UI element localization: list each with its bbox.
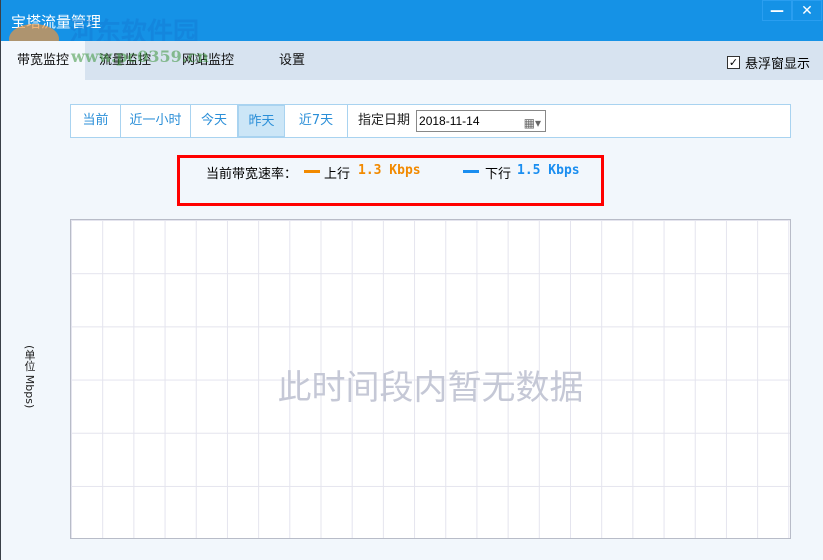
time-range-bar: 当前 近一小时 今天 昨天 近7天 指定日期 2018-11-14 ▦▾ xyxy=(70,104,791,138)
date-picker[interactable]: 2018-11-14 ▦▾ xyxy=(416,110,547,133)
download-value: 1.5 Kbps xyxy=(517,163,580,178)
title-bar: 宝塔流量管理 — ✕ xyxy=(1,0,823,41)
range-last-hour[interactable]: 近一小时 xyxy=(121,105,191,137)
float-window-label: 悬浮窗显示 xyxy=(744,57,810,72)
current-rate-panel: 当前带宽速率： 上行 1.3 Kbps 下行 1.5 Kbps xyxy=(177,155,604,206)
window-title: 宝塔流量管理 xyxy=(11,13,102,31)
rate-label: 当前带宽速率： xyxy=(206,167,298,182)
close-button[interactable]: ✕ xyxy=(792,0,822,21)
tab-traffic[interactable]: 流量监控 xyxy=(85,41,165,80)
download-label: 下行 xyxy=(485,167,512,182)
tab-website[interactable]: 网站监控 xyxy=(167,41,249,80)
range-yesterday[interactable]: 昨天 xyxy=(238,105,285,137)
float-window-toggle[interactable]: ✓ 悬浮窗显示 xyxy=(726,53,810,72)
range-today[interactable]: 今天 xyxy=(191,105,238,137)
date-label: 指定日期 xyxy=(358,113,411,128)
upload-value: 1.3 Kbps xyxy=(358,163,421,178)
range-last-7-days[interactable]: 近7天 xyxy=(285,105,348,137)
date-value: 2018-11-14 xyxy=(419,114,480,128)
no-data-message: 此时间段内暂无数据 xyxy=(277,368,584,408)
upload-label: 上行 xyxy=(324,167,351,182)
float-window-checkbox[interactable]: ✓ xyxy=(726,56,740,69)
tab-bandwidth[interactable]: 带宽监控 xyxy=(1,41,85,80)
y-axis-unit-label: (单位 Mbps) xyxy=(23,345,36,409)
calendar-dropdown-icon[interactable]: ▦▾ xyxy=(524,113,541,133)
bandwidth-chart: 此时间段内暂无数据 xyxy=(70,219,791,539)
minimize-button[interactable]: — xyxy=(762,0,792,21)
tab-bar: 带宽监控 流量监控 网站监控 设置 ✓ 悬浮窗显示 xyxy=(1,41,823,80)
download-legend-icon xyxy=(463,170,479,173)
range-current[interactable]: 当前 xyxy=(71,105,121,137)
tab-settings[interactable]: 设置 xyxy=(257,41,327,80)
upload-legend-icon xyxy=(304,170,320,173)
